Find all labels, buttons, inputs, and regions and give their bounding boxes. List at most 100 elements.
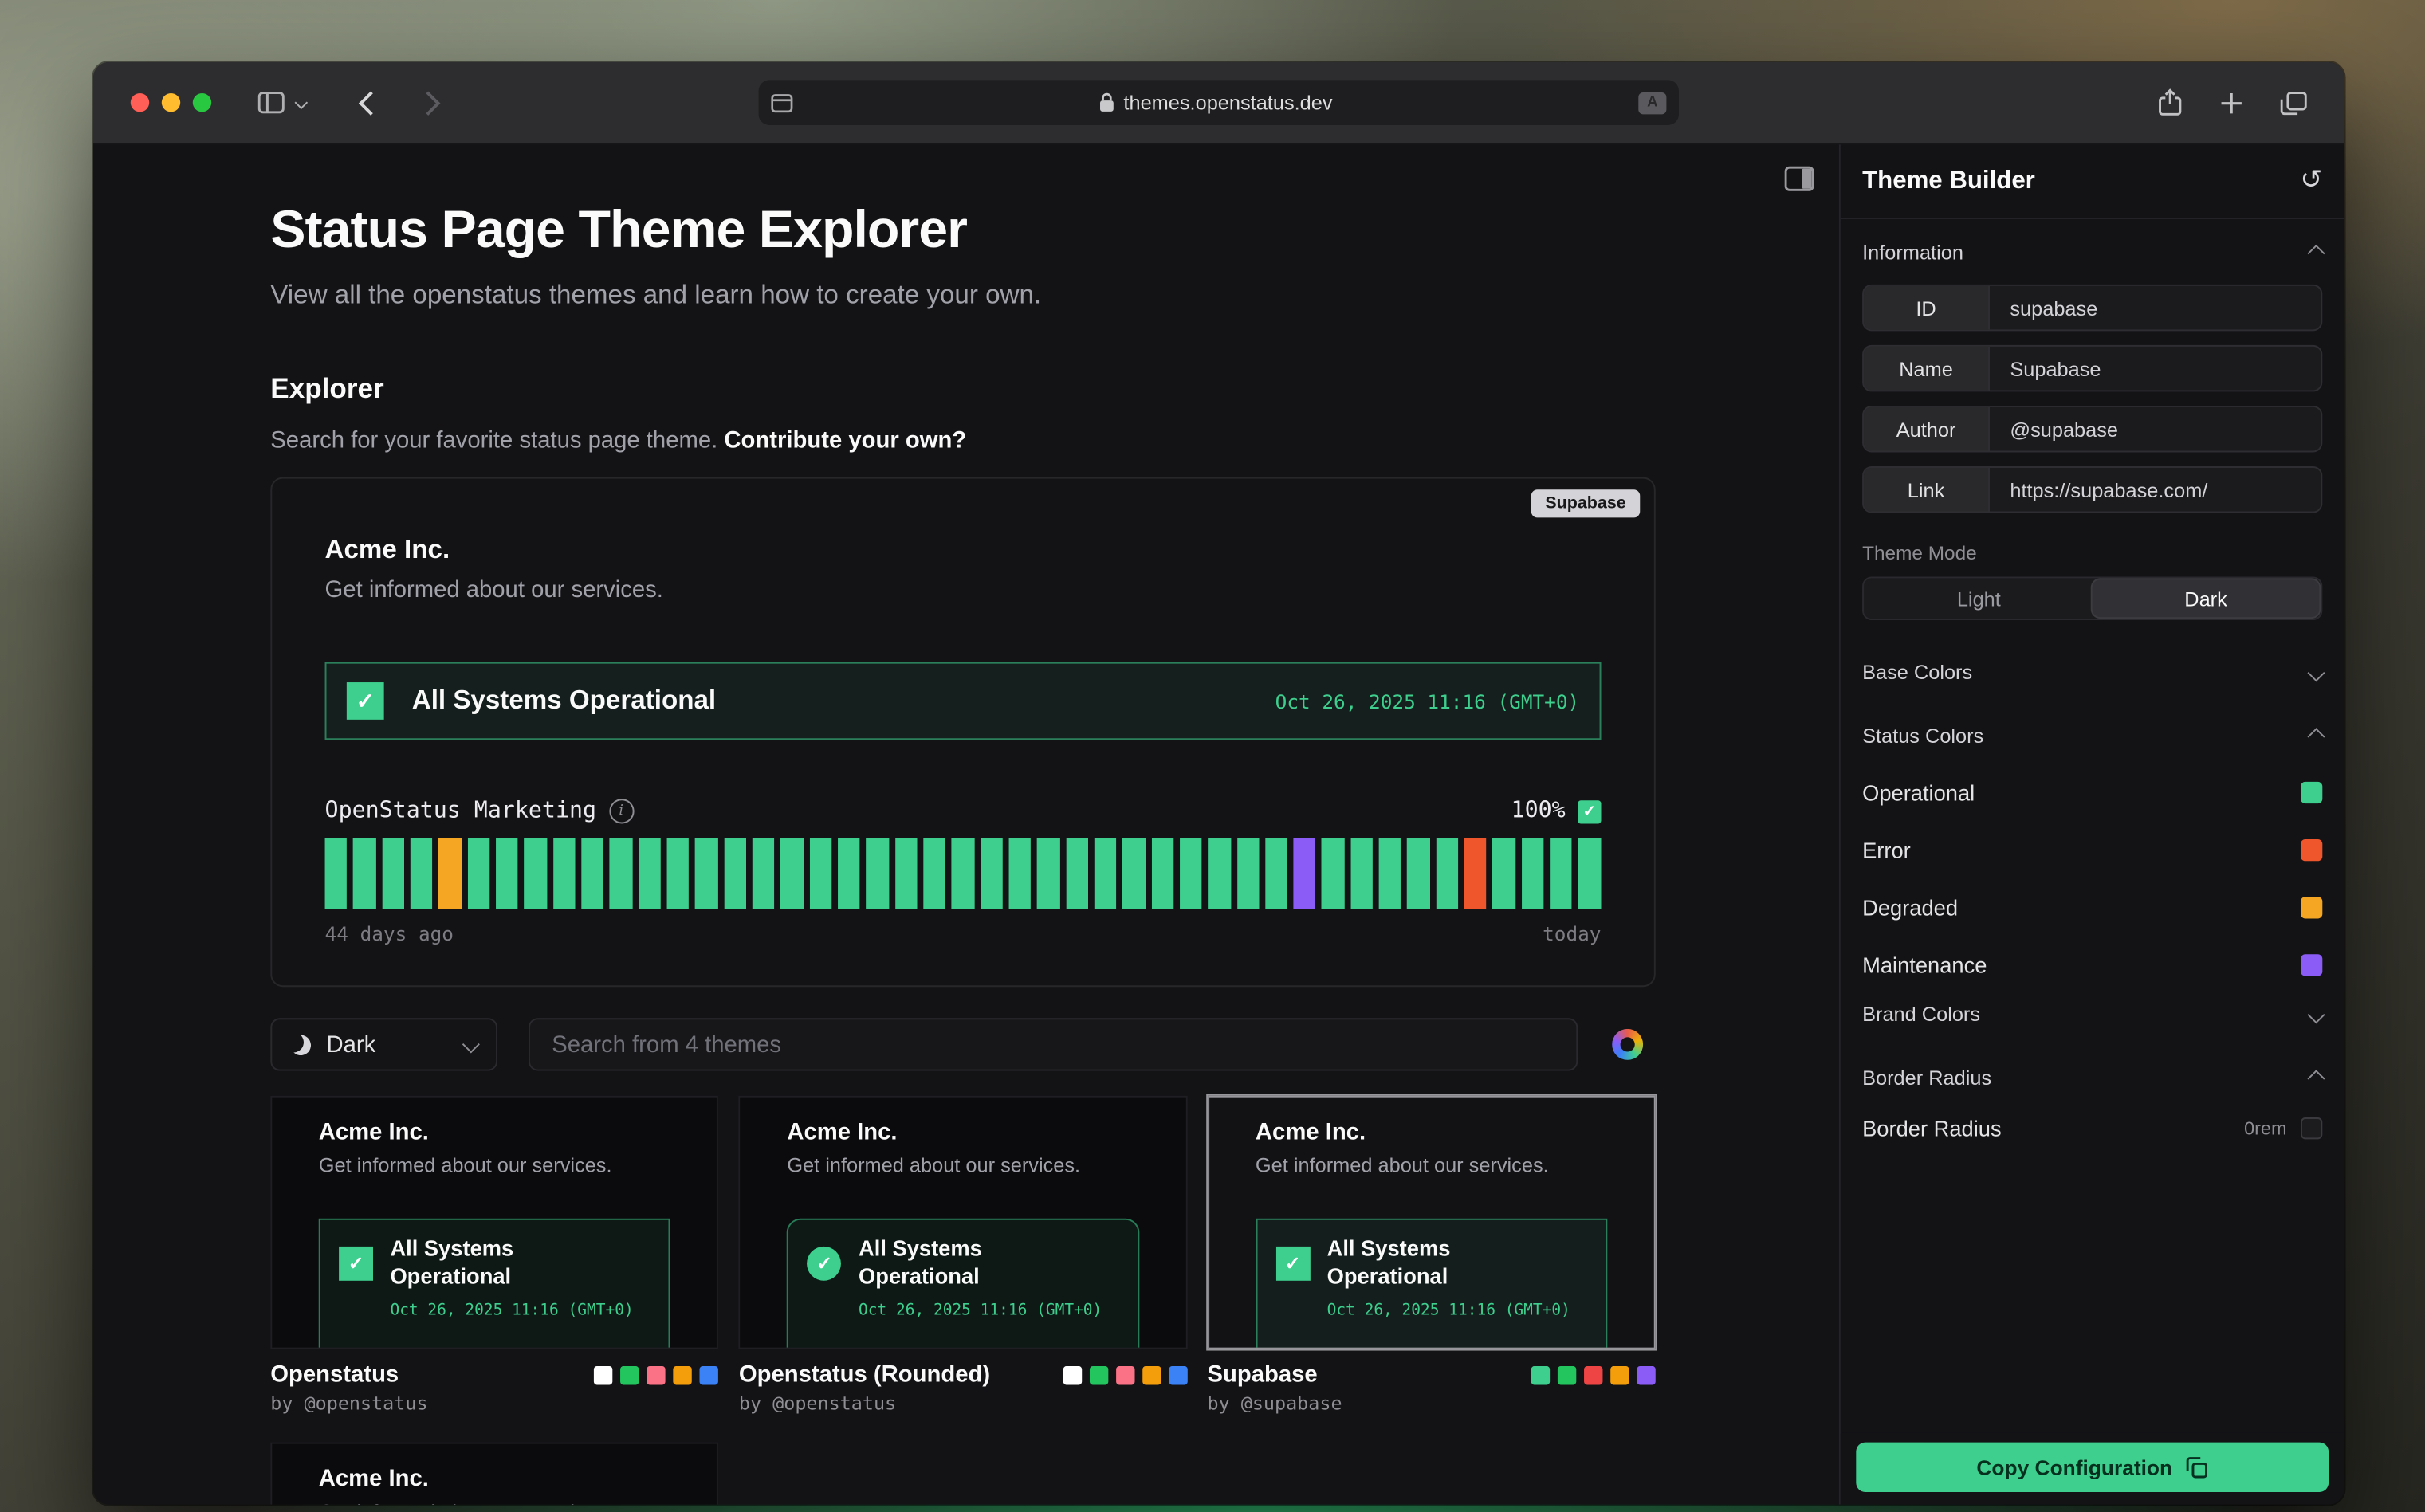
tracker-bar-operational[interactable]	[952, 838, 974, 909]
tracker-bar-error[interactable]	[1464, 838, 1487, 909]
tracker-bar-operational[interactable]	[1578, 838, 1601, 909]
field-link: Linkhttps://supabase.com/	[1862, 466, 2322, 513]
search-input[interactable]	[529, 1018, 1578, 1070]
back-button[interactable]	[361, 94, 378, 111]
mode-option-light[interactable]: Light	[1865, 579, 2093, 617]
reset-icon[interactable]: ↺	[2301, 168, 2323, 194]
field-value-input[interactable]: Supabase	[1990, 347, 2321, 391]
tracker-bar-operational[interactable]	[1322, 838, 1344, 909]
status-color-label: Degraded	[1862, 894, 1958, 919]
tracker-bar-operational[interactable]	[809, 838, 831, 909]
tracker-bar-operational[interactable]	[724, 838, 746, 909]
copy-icon	[2187, 1456, 2208, 1478]
close-window-button[interactable]	[131, 93, 149, 112]
minimize-window-button[interactable]	[162, 93, 180, 112]
field-value-input[interactable]: https://supabase.com/	[1990, 468, 2321, 512]
tracker-bar-operational[interactable]	[1522, 838, 1544, 909]
tracker-bar-operational[interactable]	[581, 838, 603, 909]
tracker-bar-operational[interactable]	[695, 838, 717, 909]
tracker-bar-operational[interactable]	[496, 838, 518, 909]
status-color-swatch[interactable]	[2301, 896, 2322, 917]
card-tagline: Get informed about our services.	[319, 1500, 670, 1505]
tracker-bar-operational[interactable]	[325, 838, 348, 909]
section-information[interactable]: Information	[1862, 241, 2322, 264]
color-swatch	[674, 1365, 692, 1384]
tracker-bar-operational[interactable]	[1493, 838, 1515, 909]
border-radius-value: 0rem	[2244, 1117, 2286, 1139]
zoom-window-button[interactable]	[193, 93, 211, 112]
section-base-colors[interactable]: Base Colors	[1862, 661, 2322, 684]
status-color-swatch[interactable]	[2301, 781, 2322, 803]
panel-toggle-icon[interactable]	[1785, 167, 1814, 191]
tracker-bar-operational[interactable]	[382, 838, 404, 909]
tracker-bar-operational[interactable]	[666, 838, 689, 909]
tracker-bar-operational[interactable]	[1180, 838, 1202, 909]
tracker-bar-operational[interactable]	[894, 838, 917, 909]
tracker-bar-operational[interactable]	[1550, 838, 1572, 909]
tracker-bar-operational[interactable]	[1037, 838, 1059, 909]
theme-mode-dropdown[interactable]: Dark	[270, 1018, 497, 1070]
status-color-swatch[interactable]	[2301, 953, 2322, 975]
tracker-bar-operational[interactable]	[1408, 838, 1430, 909]
tracker-bar-operational[interactable]	[610, 838, 632, 909]
field-value-input[interactable]: supabase	[1990, 286, 2321, 330]
copy-configuration-button[interactable]: Copy Configuration	[1856, 1443, 2329, 1492]
status-color-swatch[interactable]	[2301, 838, 2322, 860]
share-icon[interactable]	[2158, 88, 2183, 116]
lock-icon[interactable]	[1099, 92, 1114, 112]
tracker-bar-operational[interactable]	[1350, 838, 1373, 909]
mode-option-dark[interactable]: Dark	[2093, 579, 2320, 617]
tracker-bar-operational[interactable]	[552, 838, 575, 909]
monitor-uptime: 100%	[1511, 799, 1566, 823]
tracker-bar-degraded[interactable]	[439, 838, 462, 909]
card-company: Acme Inc.	[1256, 1119, 1607, 1145]
tracker-bar-operational[interactable]	[838, 838, 860, 909]
color-swatch	[1637, 1365, 1655, 1384]
theme-card-openstatus[interactable]: Acme Inc.Get informed about our services…	[270, 1096, 718, 1349]
tracker-bar-operational[interactable]	[467, 838, 489, 909]
field-value-input[interactable]: @supabase	[1990, 407, 2321, 451]
tracker-bar-maintenance[interactable]	[1294, 838, 1316, 909]
tracker-bar-operational[interactable]	[981, 838, 1003, 909]
sidebar-chevron-icon[interactable]	[297, 98, 305, 107]
tracker-bar-operational[interactable]	[1122, 838, 1145, 909]
tracker-bar-operational[interactable]	[923, 838, 945, 909]
contribute-link[interactable]: Contribute your own?	[724, 427, 966, 454]
tracker-bar-operational[interactable]	[639, 838, 661, 909]
tracker-bar-operational[interactable]	[1379, 838, 1401, 909]
tracker-bar-operational[interactable]	[1208, 838, 1230, 909]
tracker-bar-operational[interactable]	[1236, 838, 1259, 909]
radius-swatch[interactable]	[2301, 1117, 2322, 1139]
page-title: Status Page Theme Explorer	[270, 144, 1655, 261]
info-icon[interactable]: i	[609, 799, 634, 823]
tracker-bar-operational[interactable]	[780, 838, 803, 909]
section-status-colors[interactable]: Status Colors	[1862, 725, 2322, 748]
palette-button[interactable]	[1600, 1018, 1656, 1070]
sidebar-toggle-icon[interactable]	[258, 92, 285, 113]
tracker-bar-operational[interactable]	[411, 838, 433, 909]
theme-card-supabase[interactable]: Acme Inc.Get informed about our services…	[1207, 1096, 1655, 1349]
tracker-bar-operational[interactable]	[1095, 838, 1117, 909]
tracker-bar-operational[interactable]	[1008, 838, 1031, 909]
tracker-bar-operational[interactable]	[753, 838, 775, 909]
theme-card-openstatus-rounded[interactable]: Acme Inc.Get informed about our services…	[739, 1096, 1187, 1349]
page-settings-icon[interactable]	[771, 93, 792, 112]
translate-icon[interactable]: A	[1638, 92, 1666, 113]
forward-button[interactable]	[419, 94, 436, 111]
section-brand-colors[interactable]: Brand Colors	[1862, 1003, 2322, 1026]
tracker-bar-operational[interactable]	[1265, 838, 1287, 909]
new-tab-icon[interactable]	[2220, 91, 2243, 114]
tracker-bar-operational[interactable]	[1436, 838, 1458, 909]
theme-card-partial[interactable]: Acme Inc. Get informed about our service…	[270, 1443, 718, 1505]
tracker-bar-operational[interactable]	[353, 838, 375, 909]
tab-overview-icon[interactable]	[2281, 91, 2307, 114]
tracker-bar-operational[interactable]	[1151, 838, 1173, 909]
tracker-bar-operational[interactable]	[867, 838, 889, 909]
address-bar[interactable]: themes.openstatus.dev A	[759, 80, 1679, 125]
status-colors-list: OperationalErrorDegradedMaintenance	[1862, 763, 2322, 993]
tracker-bar-operational[interactable]	[1066, 838, 1088, 909]
chevron-up-icon	[2307, 727, 2325, 744]
section-border-radius[interactable]: Border Radius	[1862, 1066, 2322, 1090]
builder-title: Theme Builder	[1862, 167, 2035, 195]
tracker-bar-operational[interactable]	[525, 838, 547, 909]
